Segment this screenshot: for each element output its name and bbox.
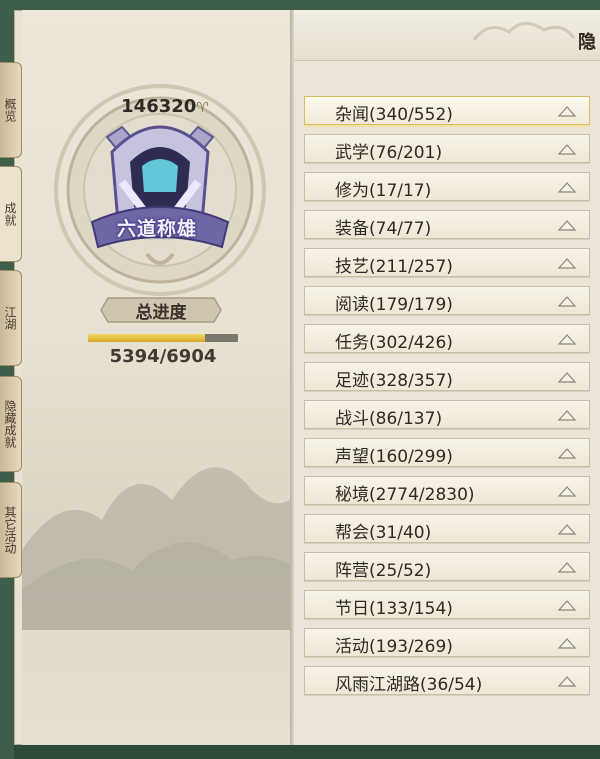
side-tab-0[interactable]: 概览 — [0, 62, 22, 158]
category-item[interactable]: 活动(193/269) — [304, 628, 590, 657]
category-label: 风雨江湖路(36/54) — [335, 675, 483, 695]
category-label: 阅读(179/179) — [335, 295, 453, 315]
category-label: 技艺(211/257) — [335, 257, 453, 277]
category-header: 隐 — [294, 10, 600, 61]
side-tab-label: 成就 — [3, 202, 17, 226]
category-label: 足迹(328/357) — [335, 371, 453, 391]
expand-arrow-icon[interactable] — [557, 105, 577, 117]
category-label: 秘境(2774/2830) — [335, 485, 475, 505]
category-item[interactable]: 阅读(179/179) — [304, 286, 590, 315]
category-item[interactable]: 声望(160/299) — [304, 438, 590, 467]
expand-arrow-icon[interactable] — [557, 295, 577, 307]
cloud-ornament-icon — [472, 22, 576, 41]
badge-title: 六道称雄 — [116, 218, 197, 240]
side-tab-1[interactable]: 成就 — [0, 166, 22, 262]
side-tab-label: 江湖 — [3, 306, 17, 330]
category-label: 修为(17/17) — [335, 181, 432, 201]
category-label: 阵营(25/52) — [335, 561, 432, 581]
expand-arrow-icon[interactable] — [557, 371, 577, 383]
expand-arrow-icon[interactable] — [557, 409, 577, 421]
expand-arrow-icon[interactable] — [557, 333, 577, 345]
expand-arrow-icon[interactable] — [557, 219, 577, 231]
expand-arrow-icon[interactable] — [557, 599, 577, 611]
total-progress-bar — [88, 334, 238, 342]
side-tab-4[interactable]: 其它活动 — [0, 482, 22, 578]
expand-arrow-icon[interactable] — [557, 675, 577, 687]
category-label: 装备(74/77) — [335, 219, 432, 239]
category-label: 声望(160/299) — [335, 447, 453, 467]
bottom-strip — [14, 745, 600, 759]
category-item[interactable]: 战斗(86/137) — [304, 400, 590, 429]
category-label: 帮会(31/40) — [335, 523, 432, 543]
category-item[interactable]: 任务(302/426) — [304, 324, 590, 353]
expand-arrow-icon[interactable] — [557, 485, 577, 497]
category-label: 活动(193/269) — [335, 637, 453, 657]
category-label: 任务(302/426) — [335, 333, 453, 353]
category-item[interactable]: 足迹(328/357) — [304, 362, 590, 391]
side-tab-2[interactable]: 江湖 — [0, 270, 22, 366]
expand-arrow-icon[interactable] — [557, 181, 577, 193]
category-item[interactable]: 杂闻(340/552) — [304, 96, 590, 125]
category-item[interactable]: 武学(76/201) — [304, 134, 590, 163]
category-item[interactable]: 节日(133/154) — [304, 590, 590, 619]
expand-arrow-icon[interactable] — [557, 561, 577, 573]
trophy-icon: ♈ — [196, 100, 209, 116]
expand-arrow-icon[interactable] — [557, 447, 577, 459]
side-tab-3[interactable]: 隐藏成就 — [0, 376, 22, 472]
expand-arrow-icon[interactable] — [557, 143, 577, 155]
category-label: 节日(133/154) — [335, 599, 453, 619]
category-item[interactable]: 技艺(211/257) — [304, 248, 590, 277]
side-tab-label: 隐藏成就 — [3, 400, 17, 448]
score-value: 146320 — [121, 96, 197, 117]
category-item[interactable]: 秘境(2774/2830) — [304, 476, 590, 505]
category-item[interactable]: 帮会(31/40) — [304, 514, 590, 543]
category-label: 武学(76/201) — [335, 143, 443, 163]
progress-title: 总进度 — [135, 303, 187, 323]
category-label: 杂闻(340/552) — [335, 105, 453, 125]
side-tab-label: 概览 — [3, 98, 17, 122]
progress-count: 5394/6904 — [109, 346, 217, 367]
category-label: 战斗(86/137) — [335, 409, 443, 429]
category-item[interactable]: 风雨江湖路(36/54) — [304, 666, 590, 695]
expand-arrow-icon[interactable] — [557, 523, 577, 535]
expand-arrow-icon[interactable] — [557, 257, 577, 269]
progress-fill — [88, 334, 206, 342]
page-title: 隐 — [578, 32, 596, 53]
category-list[interactable]: 杂闻(340/552) 武学(76/201) 修为(17/17) 装备(74/77) 技… — [304, 96, 590, 698]
expand-arrow-icon[interactable] — [557, 637, 577, 649]
mountain-backdrop — [22, 467, 290, 630]
category-item[interactable]: 修为(17/17) — [304, 172, 590, 201]
achievement-score: 146320♈ — [110, 96, 220, 117]
category-item[interactable]: 阵营(25/52) — [304, 552, 590, 581]
side-tab-label: 其它活动 — [3, 506, 17, 554]
category-item[interactable]: 装备(74/77) — [304, 210, 590, 239]
